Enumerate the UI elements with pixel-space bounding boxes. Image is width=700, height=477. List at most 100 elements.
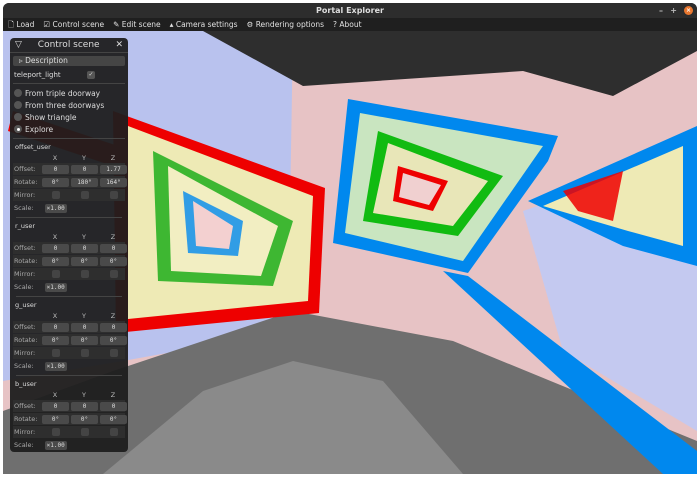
- section-name: b_user: [15, 380, 37, 388]
- rotate-field[interactable]: 0°: [71, 414, 98, 424]
- offset-field[interactable]: 0: [42, 401, 69, 411]
- menu-edit-scene[interactable]: ✎ Edit scene: [113, 18, 161, 31]
- axis-label: X: [52, 154, 58, 162]
- mirror-checkbox[interactable]: [80, 270, 89, 278]
- rotate-label: Rotate:: [14, 178, 38, 186]
- offset-label: Offset:: [14, 244, 36, 252]
- radio-from-triple-doorway[interactable]: From triple doorway: [10, 87, 128, 99]
- menu-rendering-options[interactable]: ⚙ Rendering options: [247, 18, 324, 31]
- offset-field[interactable]: 1.77: [100, 164, 127, 174]
- mirror-label: Mirror:: [14, 270, 36, 278]
- pencil-icon: ✎: [113, 20, 120, 29]
- offset-field[interactable]: 0: [42, 322, 69, 332]
- axis-label: X: [52, 312, 58, 320]
- axis-label: Z: [110, 312, 116, 320]
- panel-header: ▽ Control scene ✕: [10, 38, 128, 53]
- teleport-light-checkbox[interactable]: ✓: [87, 70, 95, 79]
- close-icon[interactable]: ✕: [115, 40, 123, 50]
- offset-field[interactable]: 0: [42, 164, 69, 174]
- rotate-field[interactable]: 0°: [42, 414, 69, 424]
- section-name: r_user: [15, 222, 36, 230]
- scale-field[interactable]: ×1.00: [44, 203, 67, 213]
- offset-field[interactable]: 0: [71, 401, 98, 411]
- offset-field[interactable]: 0: [42, 243, 69, 253]
- menu-camera-settings[interactable]: ▴ Camera settings: [170, 18, 238, 31]
- description-header[interactable]: ▹ Description: [13, 56, 125, 66]
- mirror-checkbox[interactable]: [80, 428, 89, 436]
- divider: [13, 138, 125, 139]
- mirror-checkbox[interactable]: [51, 349, 60, 357]
- section-r_user: r_user X Y Z Offset: 0 0 0 Rotate: 0° 0° 0° Mirror: S…: [10, 217, 128, 293]
- scale-label: Scale:: [14, 283, 34, 291]
- rotate-label: Rotate:: [14, 415, 38, 423]
- offset-field[interactable]: 0: [71, 322, 98, 332]
- rotate-label: Rotate:: [14, 257, 38, 265]
- section-b_user: b_user X Y Z Offset: 0 0 0 Rotate: 0° 0° 0° Mirror: S…: [10, 375, 128, 451]
- menu-load[interactable]: 🗋 Load: [8, 18, 34, 31]
- section-name: g_user: [15, 301, 37, 309]
- rotate-field[interactable]: 164°: [100, 177, 127, 187]
- radio-explore[interactable]: Explore: [10, 123, 128, 135]
- mirror-checkbox[interactable]: [51, 191, 60, 199]
- rotate-field[interactable]: 0°: [71, 256, 98, 266]
- divider: [13, 83, 125, 84]
- rotate-field[interactable]: 0°: [100, 414, 127, 424]
- offset-label: Offset:: [14, 165, 36, 173]
- rotate-field[interactable]: 0°: [42, 177, 69, 187]
- scale-label: Scale:: [14, 362, 34, 370]
- offset-label: Offset:: [14, 402, 36, 410]
- axis-label: X: [52, 233, 58, 241]
- offset-field[interactable]: 0: [100, 243, 127, 253]
- scale-field[interactable]: ×1.00: [44, 282, 67, 292]
- axis-label: Y: [82, 154, 86, 162]
- file-icon: 🗋: [8, 20, 15, 29]
- mirror-checkbox[interactable]: [80, 349, 89, 357]
- offset-field[interactable]: 0: [100, 322, 127, 332]
- mirror-checkbox[interactable]: [109, 270, 118, 278]
- mirror-label: Mirror:: [14, 428, 36, 436]
- divider: [16, 296, 122, 297]
- rotate-field[interactable]: 0°: [100, 256, 127, 266]
- close-button[interactable]: ×: [684, 6, 693, 15]
- section-offset_user: offset_user X Y Z Offset: 0 0 1.77 Rotate: 0° 180°…: [10, 142, 128, 214]
- camera-icon: ▴: [169, 20, 174, 29]
- axis-label: Z: [110, 154, 116, 162]
- question-icon: ?: [333, 20, 337, 29]
- mirror-checkbox[interactable]: [51, 270, 60, 278]
- rotate-field[interactable]: 0°: [100, 335, 127, 345]
- mirror-label: Mirror:: [14, 191, 36, 199]
- collapse-icon[interactable]: ▽: [15, 40, 22, 50]
- mirror-checkbox[interactable]: [109, 191, 118, 199]
- panel-title: Control scene: [37, 40, 100, 50]
- rotate-field[interactable]: 0°: [42, 256, 69, 266]
- axis-label: Y: [82, 312, 86, 320]
- menu-about[interactable]: ? About: [333, 18, 362, 31]
- mirror-checkbox[interactable]: [80, 191, 89, 199]
- expand-icon: ▹: [19, 56, 23, 65]
- mirror-checkbox[interactable]: [109, 428, 118, 436]
- scale-label: Scale:: [14, 204, 34, 212]
- radio-show-triangle[interactable]: Show triangle: [10, 111, 128, 123]
- offset-field[interactable]: 0: [100, 401, 127, 411]
- offset-field[interactable]: 0: [71, 243, 98, 253]
- section-g_user: g_user X Y Z Offset: 0 0 0 Rotate: 0° 0° 0° Mirror: S…: [10, 296, 128, 372]
- title-bar: Portal Explorer – + ×: [3, 3, 697, 18]
- menu-control-scene[interactable]: ☑ Control scene: [43, 18, 104, 31]
- control-scene-panel: ▽ Control scene ✕ ▹ Description teleport…: [10, 38, 128, 452]
- mirror-checkbox[interactable]: [51, 428, 60, 436]
- minimize-button[interactable]: –: [659, 6, 663, 15]
- maximize-button[interactable]: +: [670, 6, 677, 15]
- scale-field[interactable]: ×1.00: [44, 440, 67, 450]
- rotate-field[interactable]: 0°: [42, 335, 69, 345]
- mirror-checkbox[interactable]: [109, 349, 118, 357]
- section-name: offset_user: [15, 143, 51, 151]
- gear-icon: ⚙: [246, 20, 254, 29]
- rotate-field[interactable]: 0°: [71, 335, 98, 345]
- rotate-field[interactable]: 180°: [71, 177, 98, 187]
- radio-from-three-doorways[interactable]: From three doorways: [10, 99, 128, 111]
- offset-field[interactable]: 0: [71, 164, 98, 174]
- window-title: Portal Explorer: [316, 6, 384, 15]
- axis-label: Y: [82, 233, 86, 241]
- scale-field[interactable]: ×1.00: [44, 361, 67, 371]
- axis-label: Z: [110, 233, 116, 241]
